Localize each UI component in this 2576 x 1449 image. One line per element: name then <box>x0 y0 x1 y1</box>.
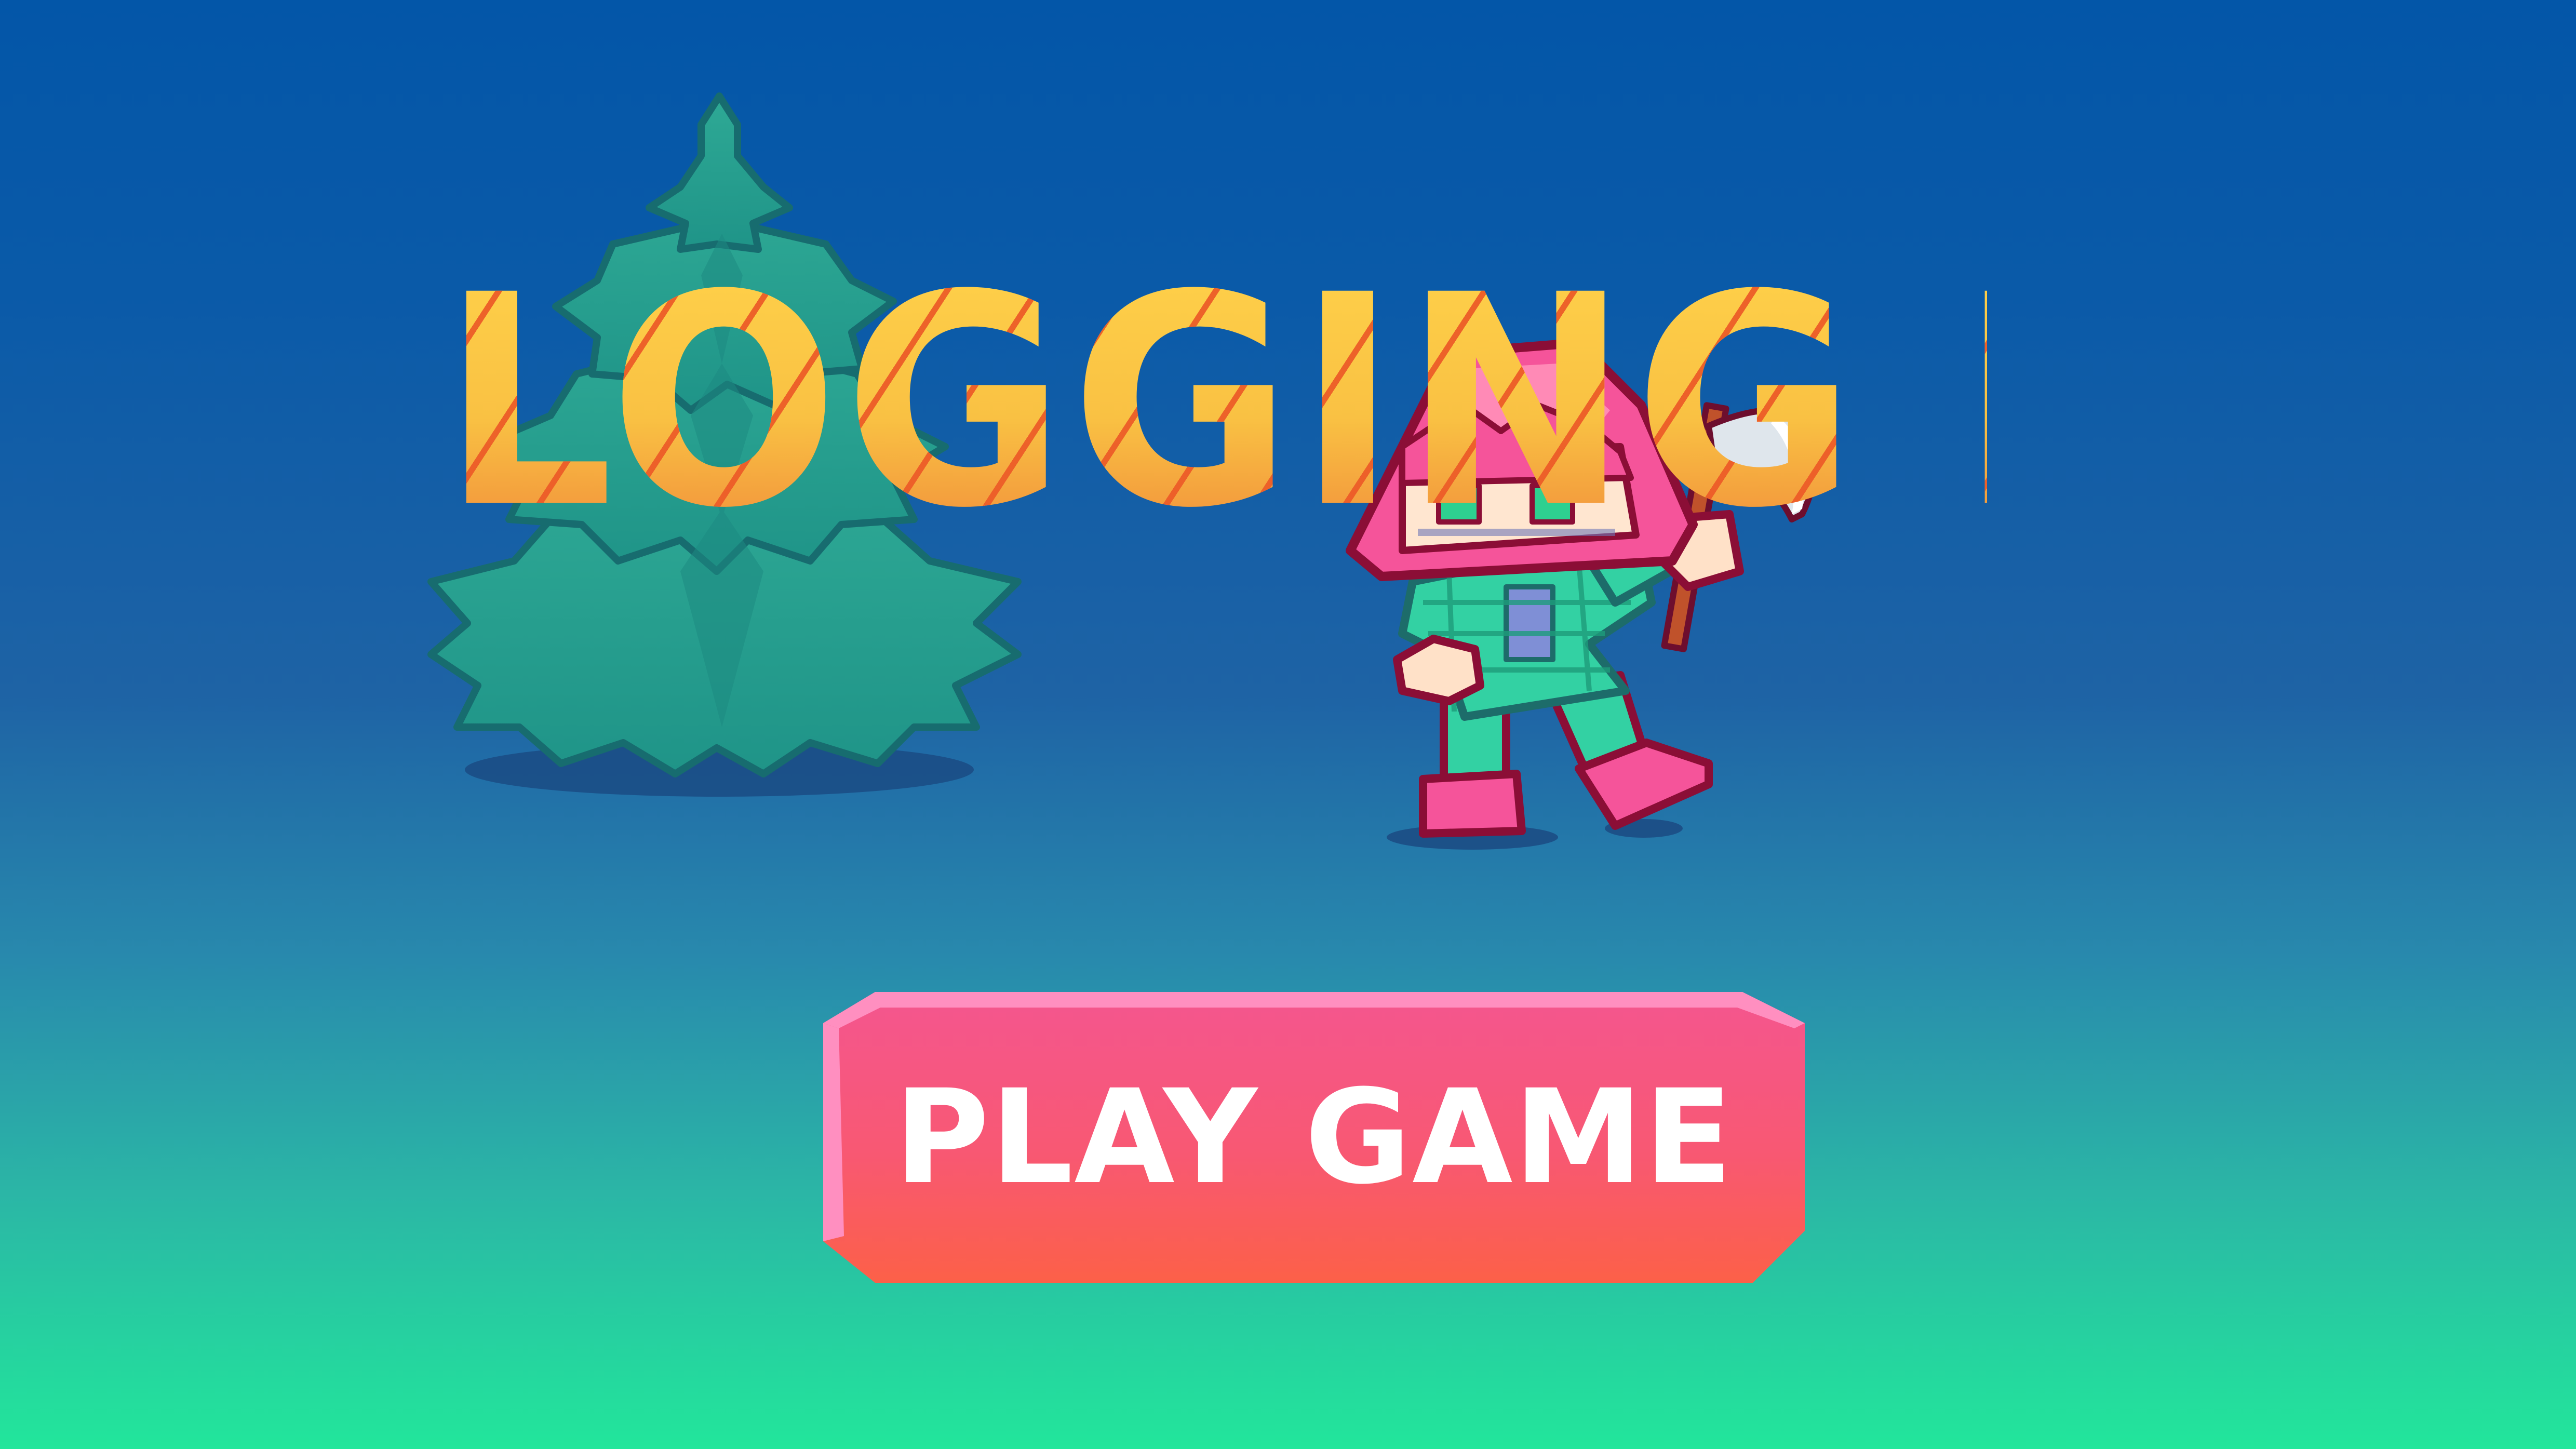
title-screen: LOGGING IN PLAY GAME <box>0 0 2576 1449</box>
game-title: LOGGING IN <box>441 233 2297 572</box>
play-game-button[interactable]: PLAY GAME <box>823 992 1805 1283</box>
play-game-button-label: PLAY GAME <box>894 1062 1734 1213</box>
